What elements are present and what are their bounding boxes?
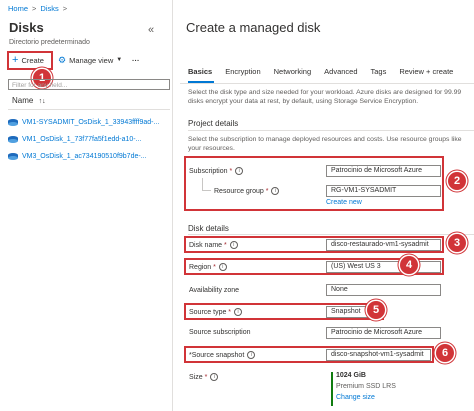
- size-indicator: [331, 372, 333, 406]
- disk-icon: [8, 135, 18, 143]
- project-details-heading: Project details: [188, 119, 239, 128]
- project-details-desc: Select the subscription to manage deploy…: [188, 136, 462, 152]
- breadcrumb: Home > Disks >: [8, 4, 68, 13]
- manage-view-button[interactable]: ⚙ Manage view ▼: [58, 53, 122, 67]
- info-icon: i: [234, 308, 243, 316]
- availability-zone-label: Availability zone: [189, 287, 240, 294]
- disk-row[interactable]: VM1-SYSADMIT_OsDisk_1_33943ffff9ad-...: [8, 116, 159, 128]
- source-subscription-select[interactable]: Patrocinio de Microsoft Azure: [326, 327, 441, 339]
- disk-name-label: Disk name * i: [189, 241, 238, 249]
- source-snapshot-select[interactable]: disco-snapshot-vm1-sysadmit: [326, 349, 431, 361]
- size-label: Size * i: [189, 373, 219, 381]
- resource-group-label: Resource group * i: [214, 187, 280, 195]
- collapse-icon[interactable]: «: [148, 24, 154, 36]
- step-badge-6: 6: [436, 344, 454, 362]
- tab-divider: [180, 83, 474, 84]
- info-icon: i: [218, 263, 227, 271]
- disk-details-divider: [188, 234, 474, 235]
- page-title: Create a managed disk: [186, 20, 321, 35]
- disks-subtitle: Directorio predeterminado: [9, 39, 90, 46]
- tab-networking[interactable]: Networking: [274, 67, 312, 79]
- tab-review-create[interactable]: Review + create: [399, 67, 453, 79]
- breadcrumb-home[interactable]: Home: [8, 4, 28, 13]
- step-badge-4: 4: [400, 256, 418, 274]
- info-icon: i: [271, 187, 280, 195]
- subscription-select[interactable]: Patrocinio de Microsoft Azure: [326, 165, 441, 177]
- availability-zone-select[interactable]: None: [326, 284, 441, 296]
- region-label: Region * i: [189, 263, 227, 271]
- disk-name-input[interactable]: disco-restaurado-vm1-sysadmit: [326, 239, 441, 251]
- step-badge-5: 5: [367, 301, 385, 319]
- project-details-divider: [188, 130, 474, 131]
- step-badge-2: 2: [448, 172, 466, 190]
- name-column-header[interactable]: Name ↑↓: [12, 96, 46, 105]
- info-icon: i: [235, 167, 244, 175]
- source-snapshot-label: *Source snapshot i: [189, 351, 256, 359]
- size-value: 1024 GiB: [336, 372, 366, 379]
- info-icon: i: [247, 351, 256, 359]
- tab-advanced[interactable]: Advanced: [324, 67, 357, 79]
- tab-tags[interactable]: Tags: [371, 67, 387, 79]
- header-divider: [8, 109, 170, 110]
- chevron-down-icon: ▼: [116, 57, 123, 63]
- breadcrumb-disks[interactable]: Disks: [40, 4, 58, 13]
- filter-input[interactable]: Filter for any field...: [8, 79, 170, 90]
- subscription-label: Subscription * i: [189, 167, 244, 175]
- disks-title: Disks: [9, 20, 44, 35]
- info-icon: i: [229, 241, 238, 249]
- create-button[interactable]: + Create: [12, 53, 44, 67]
- tab-bar: Basics Encryption Networking Advanced Ta…: [188, 67, 466, 79]
- more-commands-button[interactable]: ···: [132, 53, 140, 67]
- disk-name-link[interactable]: VM1_OsDisk_1_73f77fa5f1edd-a10-...: [22, 136, 141, 143]
- create-new-link[interactable]: Create new: [326, 199, 362, 206]
- intro-text: Select the disk type and size needed for…: [188, 89, 462, 105]
- disk-row[interactable]: VM3_OsDisk_1_ac734190510f9b7de-...: [8, 150, 147, 162]
- info-icon: i: [210, 373, 219, 381]
- tab-basics[interactable]: Basics: [188, 67, 212, 79]
- tree-connector: [202, 178, 211, 191]
- source-subscription-label: Source subscription: [189, 329, 251, 336]
- disk-name-link[interactable]: VM1-SYSADMIT_OsDisk_1_33943ffff9ad-...: [22, 119, 159, 126]
- source-type-label: Source type * i: [189, 308, 243, 316]
- disk-name-link[interactable]: VM3_OsDisk_1_ac734190510f9b7de-...: [22, 153, 147, 160]
- disk-row[interactable]: VM1_OsDisk_1_73f77fa5f1edd-a10-...: [8, 133, 141, 145]
- size-tier: Premium SSD LRS: [336, 383, 396, 390]
- disk-icon: [8, 152, 18, 160]
- gear-icon: ⚙: [58, 54, 67, 65]
- change-size-link[interactable]: Change size: [336, 394, 375, 401]
- disk-icon: [8, 118, 18, 126]
- disk-details-heading: Disk details: [188, 224, 229, 233]
- sort-icon: ↑↓: [38, 98, 46, 105]
- tab-encryption[interactable]: Encryption: [225, 67, 260, 79]
- resource-group-select[interactable]: RG-VM1-SYSADMIT: [326, 185, 441, 197]
- step-badge-3: 3: [448, 234, 466, 252]
- region-select[interactable]: (US) West US 3: [326, 261, 441, 273]
- plus-icon: +: [12, 54, 19, 66]
